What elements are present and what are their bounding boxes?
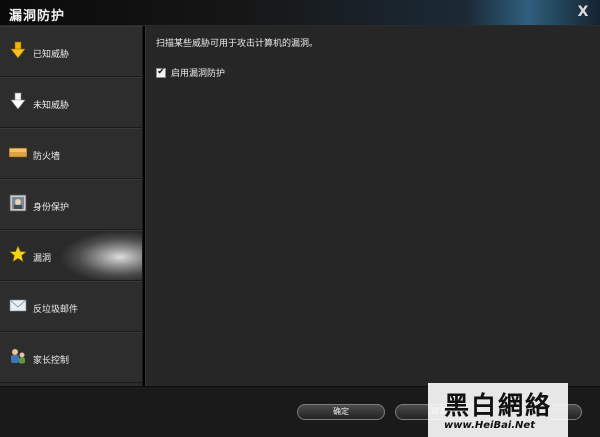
title-bar: 漏洞防护 X — [0, 0, 600, 26]
sidebar-item-firewall[interactable]: 防火墙 — [0, 128, 142, 179]
sidebar-item-label: 未知威胁 — [33, 101, 70, 111]
close-icon[interactable]: X — [576, 4, 590, 20]
arrow-down-white-icon — [10, 92, 26, 110]
sidebar-item-unknown-threats[interactable]: 未知威胁 — [0, 77, 142, 128]
mail-icon — [9, 299, 27, 312]
sidebar: 已知威胁 未知威胁 防火墙 身份保护 漏洞 反垃圾邮件 家长控制 — [0, 26, 143, 386]
sidebar-item-parental-control[interactable]: 家长控制 — [0, 332, 142, 383]
sidebar-item-vulnerability[interactable]: 漏洞 — [0, 230, 142, 281]
identity-icon — [9, 194, 27, 212]
sidebar-item-identity[interactable]: 身份保护 — [0, 179, 142, 230]
watermark-brand: 黑白網絡 — [444, 391, 553, 420]
sidebar-item-label: 防火墙 — [33, 152, 61, 162]
content-panel: 扫描某些威胁可用于攻击计算机的漏洞。 ✔ 启用漏洞防护 — [145, 26, 600, 386]
enable-protection-row[interactable]: ✔ 启用漏洞防护 — [156, 66, 225, 79]
arrow-down-yellow-icon — [10, 41, 26, 59]
sidebar-item-label: 漏洞 — [33, 254, 52, 264]
sidebar-item-label: 身份保护 — [33, 203, 70, 213]
sidebar-item-label: 家长控制 — [33, 356, 70, 366]
sidebar-item-label: 已知威胁 — [33, 50, 70, 60]
star-icon — [9, 245, 27, 263]
parental-control-icon — [11, 349, 25, 364]
window-title: 漏洞防护 — [9, 9, 66, 24]
watermark-logo: 黑白網絡 www.HeiBai.Net — [428, 383, 568, 437]
enable-protection-label: 启用漏洞防护 — [171, 69, 226, 79]
watermark-url: www.HeiBai.Net — [444, 420, 535, 431]
sidebar-item-label: 反垃圾邮件 — [33, 305, 79, 315]
sidebar-item-antispam[interactable]: 反垃圾邮件 — [0, 281, 142, 332]
enable-protection-checkbox[interactable]: ✔ — [156, 67, 166, 78]
firewall-icon — [9, 147, 27, 158]
description-text: 扫描某些威胁可用于攻击计算机的漏洞。 — [156, 39, 319, 49]
sidebar-item-known-threats[interactable]: 已知威胁 — [0, 26, 142, 77]
ok-button[interactable]: 确定 — [297, 404, 385, 420]
